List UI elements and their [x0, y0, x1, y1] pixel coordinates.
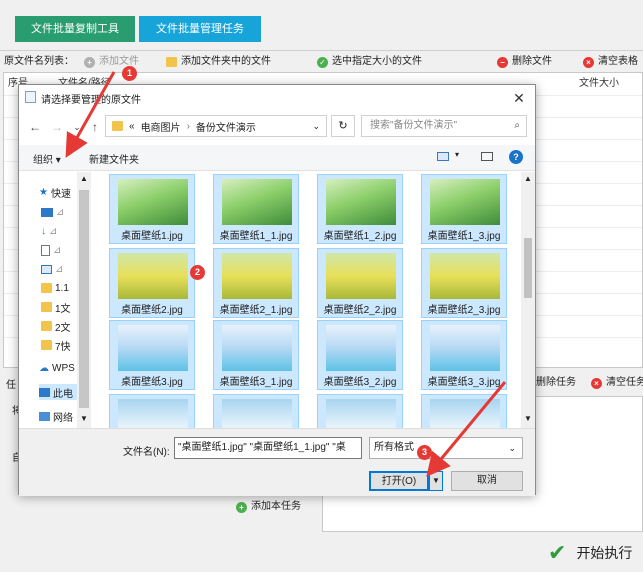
step-badge-3: 3: [417, 445, 432, 460]
step-badge-1: 1: [122, 66, 137, 81]
arrow-to-organize: [65, 71, 116, 158]
step-badge-2: 2: [190, 265, 205, 280]
annotation-arrows: [65, 71, 507, 477]
arrow-to-open: [426, 381, 507, 477]
